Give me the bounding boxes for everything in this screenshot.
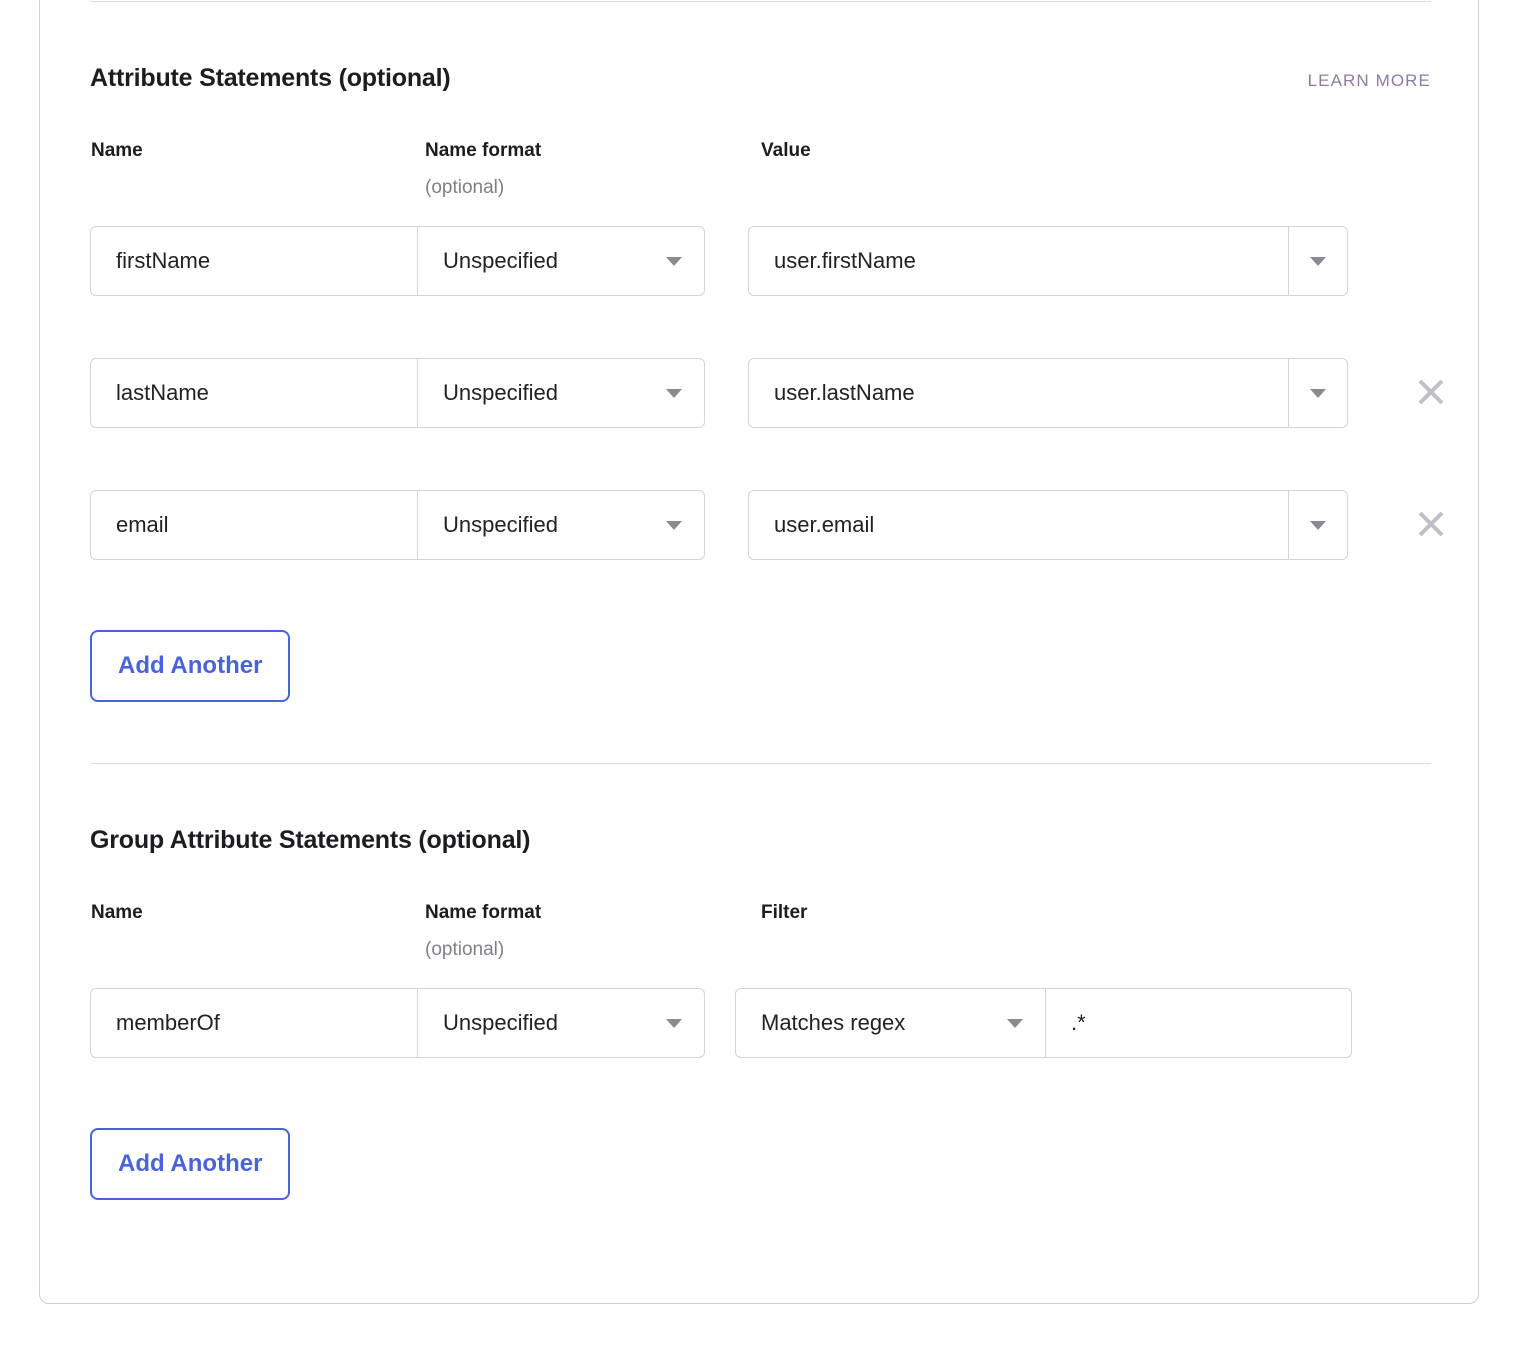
attribute-name-format-value: Unspecified bbox=[443, 380, 558, 405]
attribute-statements-header: Attribute Statements (optional) LEARN MO… bbox=[90, 2, 1431, 93]
learn-more-link[interactable]: LEARN MORE bbox=[1308, 71, 1431, 91]
attribute-column-headers: Name Name format (optional) Value bbox=[90, 140, 1431, 226]
chevron-down-icon bbox=[666, 1018, 682, 1028]
attribute-name-format-value: Unspecified bbox=[443, 248, 558, 273]
attribute-name-format-value: Unspecified bbox=[443, 512, 558, 537]
attribute-value-input[interactable] bbox=[749, 227, 1289, 295]
group-attribute-statements-header: Group Attribute Statements (optional) bbox=[90, 764, 1431, 855]
attribute-name-format-combo: Unspecified bbox=[90, 226, 705, 296]
group-column-headers: Name Name format (optional) Filter bbox=[90, 902, 1431, 988]
group-attribute-rows: Unspecified Matches regex bbox=[90, 988, 1431, 1058]
group-name-input[interactable] bbox=[91, 989, 418, 1057]
group-name-format-select[interactable]: Unspecified bbox=[418, 989, 704, 1057]
column-header-filter: Filter bbox=[761, 902, 808, 923]
table-row: Unspecified bbox=[90, 490, 1444, 560]
column-header-name: Name bbox=[91, 902, 143, 923]
chevron-down-icon bbox=[666, 520, 682, 530]
attribute-value-dropdown-button[interactable] bbox=[1289, 227, 1347, 295]
chevron-down-icon bbox=[1007, 1018, 1023, 1028]
attribute-name-format-select[interactable]: Unspecified bbox=[418, 359, 704, 427]
add-another-group-attribute-button[interactable]: Add Another bbox=[90, 1128, 291, 1200]
attribute-name-format-select[interactable]: Unspecified bbox=[418, 491, 704, 559]
remove-attribute-button[interactable] bbox=[1407, 368, 1455, 416]
group-name-format-combo: Unspecified bbox=[90, 988, 705, 1058]
attribute-statements-card: Attribute Statements (optional) LEARN MO… bbox=[39, 0, 1479, 1304]
attribute-name-format-combo: Unspecified bbox=[90, 358, 705, 428]
group-attribute-statements-section: Group Attribute Statements (optional) Na… bbox=[90, 764, 1431, 1200]
attribute-name-input[interactable] bbox=[91, 359, 418, 427]
column-header-name-format: Name format bbox=[425, 140, 542, 161]
attribute-value-combo bbox=[748, 358, 1348, 428]
table-row: Unspecified bbox=[90, 358, 1444, 428]
group-filter-combo: Matches regex bbox=[735, 988, 1361, 1058]
column-header-name-format-optional: (optional) bbox=[425, 177, 505, 198]
attribute-name-input[interactable] bbox=[91, 491, 418, 559]
column-header-value: Value bbox=[761, 140, 811, 161]
attribute-value-input[interactable] bbox=[749, 359, 1289, 427]
group-section-title: Group Attribute Statements (optional) bbox=[90, 826, 531, 854]
chevron-down-icon bbox=[1310, 388, 1326, 398]
table-row: Unspecified bbox=[90, 226, 1431, 296]
attribute-value-combo bbox=[748, 226, 1348, 296]
group-name-format-value: Unspecified bbox=[443, 1010, 558, 1035]
chevron-down-icon bbox=[666, 388, 682, 398]
section-divider-wrap bbox=[90, 702, 1431, 764]
attribute-rows: Unspecified bbox=[90, 226, 1444, 560]
attribute-name-format-select[interactable]: Unspecified bbox=[418, 227, 704, 295]
column-header-name-format-optional: (optional) bbox=[425, 939, 505, 960]
group-filter-value-input[interactable] bbox=[1046, 989, 1361, 1057]
attribute-name-format-combo: Unspecified bbox=[90, 490, 705, 560]
chevron-down-icon bbox=[1310, 520, 1326, 530]
attribute-value-combo bbox=[748, 490, 1348, 560]
page-title: Attribute Statements (optional) bbox=[90, 64, 451, 92]
column-header-name-format: Name format bbox=[425, 902, 542, 923]
attribute-value-input[interactable] bbox=[749, 491, 1289, 559]
column-header-name: Name bbox=[91, 140, 143, 161]
attribute-value-dropdown-button[interactable] bbox=[1289, 491, 1347, 559]
attribute-statements-section: Attribute Statements (optional) LEARN MO… bbox=[90, 2, 1444, 702]
attribute-value-dropdown-button[interactable] bbox=[1289, 359, 1347, 427]
add-another-attribute-button[interactable]: Add Another bbox=[90, 630, 291, 702]
chevron-down-icon bbox=[1310, 256, 1326, 266]
close-icon bbox=[1418, 511, 1444, 537]
attribute-name-input[interactable] bbox=[91, 227, 418, 295]
table-row: Unspecified Matches regex bbox=[90, 988, 1431, 1058]
group-filter-type-value: Matches regex bbox=[761, 1010, 906, 1035]
close-icon bbox=[1418, 379, 1444, 405]
chevron-down-icon bbox=[666, 256, 682, 266]
remove-attribute-button[interactable] bbox=[1407, 500, 1455, 548]
group-filter-type-select[interactable]: Matches regex bbox=[736, 989, 1046, 1057]
